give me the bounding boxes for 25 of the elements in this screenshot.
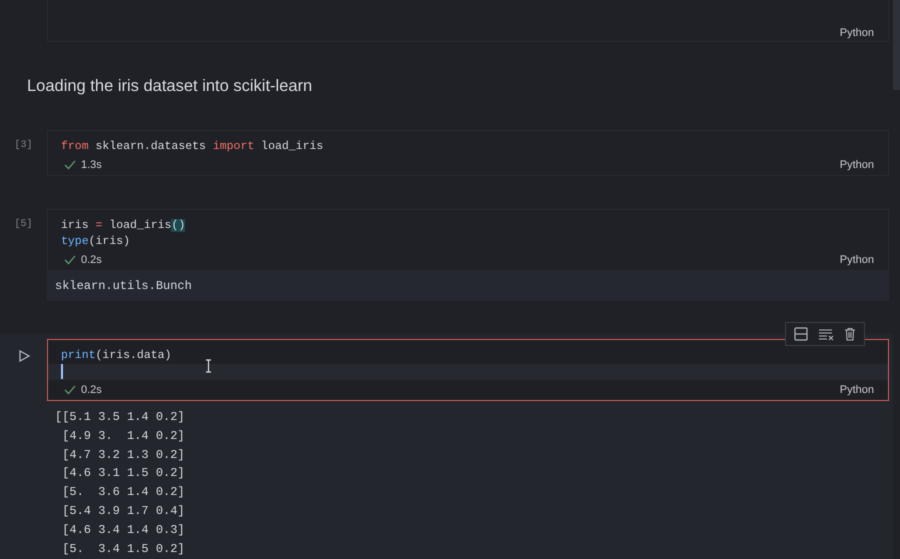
language-label[interactable]: Python bbox=[840, 27, 888, 39]
code-line: print(iris.data) bbox=[60, 348, 172, 364]
code-cell[interactable]: print(iris.data) 0.2s Python bbox=[47, 339, 889, 401]
language-label[interactable]: Python bbox=[840, 384, 888, 396]
delete-button[interactable] bbox=[842, 326, 858, 342]
language-label[interactable]: Python bbox=[840, 254, 888, 266]
text-cursor-icon bbox=[205, 359, 212, 373]
code-line: from sklearn.datasets import load_iris bbox=[60, 139, 324, 155]
execution-count: [5] bbox=[14, 219, 32, 231]
code-cell[interactable]: iris = load_iris() type(iris) 0.2s Python bbox=[47, 209, 889, 271]
split-cell-button[interactable] bbox=[792, 326, 810, 342]
cell-output: [[5.1 3.5 1.4 0.2] [4.9 3. 1.4 0.2] [4.7 3.2 1.3 0.2] [4.6 3.1 1.5 0.2] [5. 3.6 1.4 0.2] [5.4 3.9 1.7 0.4] [4.6 3.4 1.4 0.3] [5. 3.4 1.5 0.2] bbox=[54, 409, 185, 558]
cell-output: sklearn.utils.Bunch bbox=[47, 271, 889, 301]
section-heading: Loading the iris dataset into scikit-learn bbox=[27, 76, 312, 96]
code-line: type(iris) bbox=[60, 234, 132, 250]
run-icon[interactable] bbox=[16, 349, 30, 363]
language-label[interactable]: Python bbox=[840, 159, 888, 171]
code-line: iris = load_iris() bbox=[60, 218, 186, 234]
execution-count: [3] bbox=[14, 140, 32, 152]
text-cursor bbox=[61, 364, 63, 379]
code-cell[interactable]: from sklearn.datasets import load_iris 1.3s Python bbox=[47, 130, 889, 176]
code-cell[interactable]: Python bbox=[47, 0, 889, 42]
execution-time: 0.2s bbox=[81, 384, 102, 396]
execution-time: 1.3s bbox=[81, 159, 102, 171]
execution-time: 0.2s bbox=[81, 254, 102, 266]
